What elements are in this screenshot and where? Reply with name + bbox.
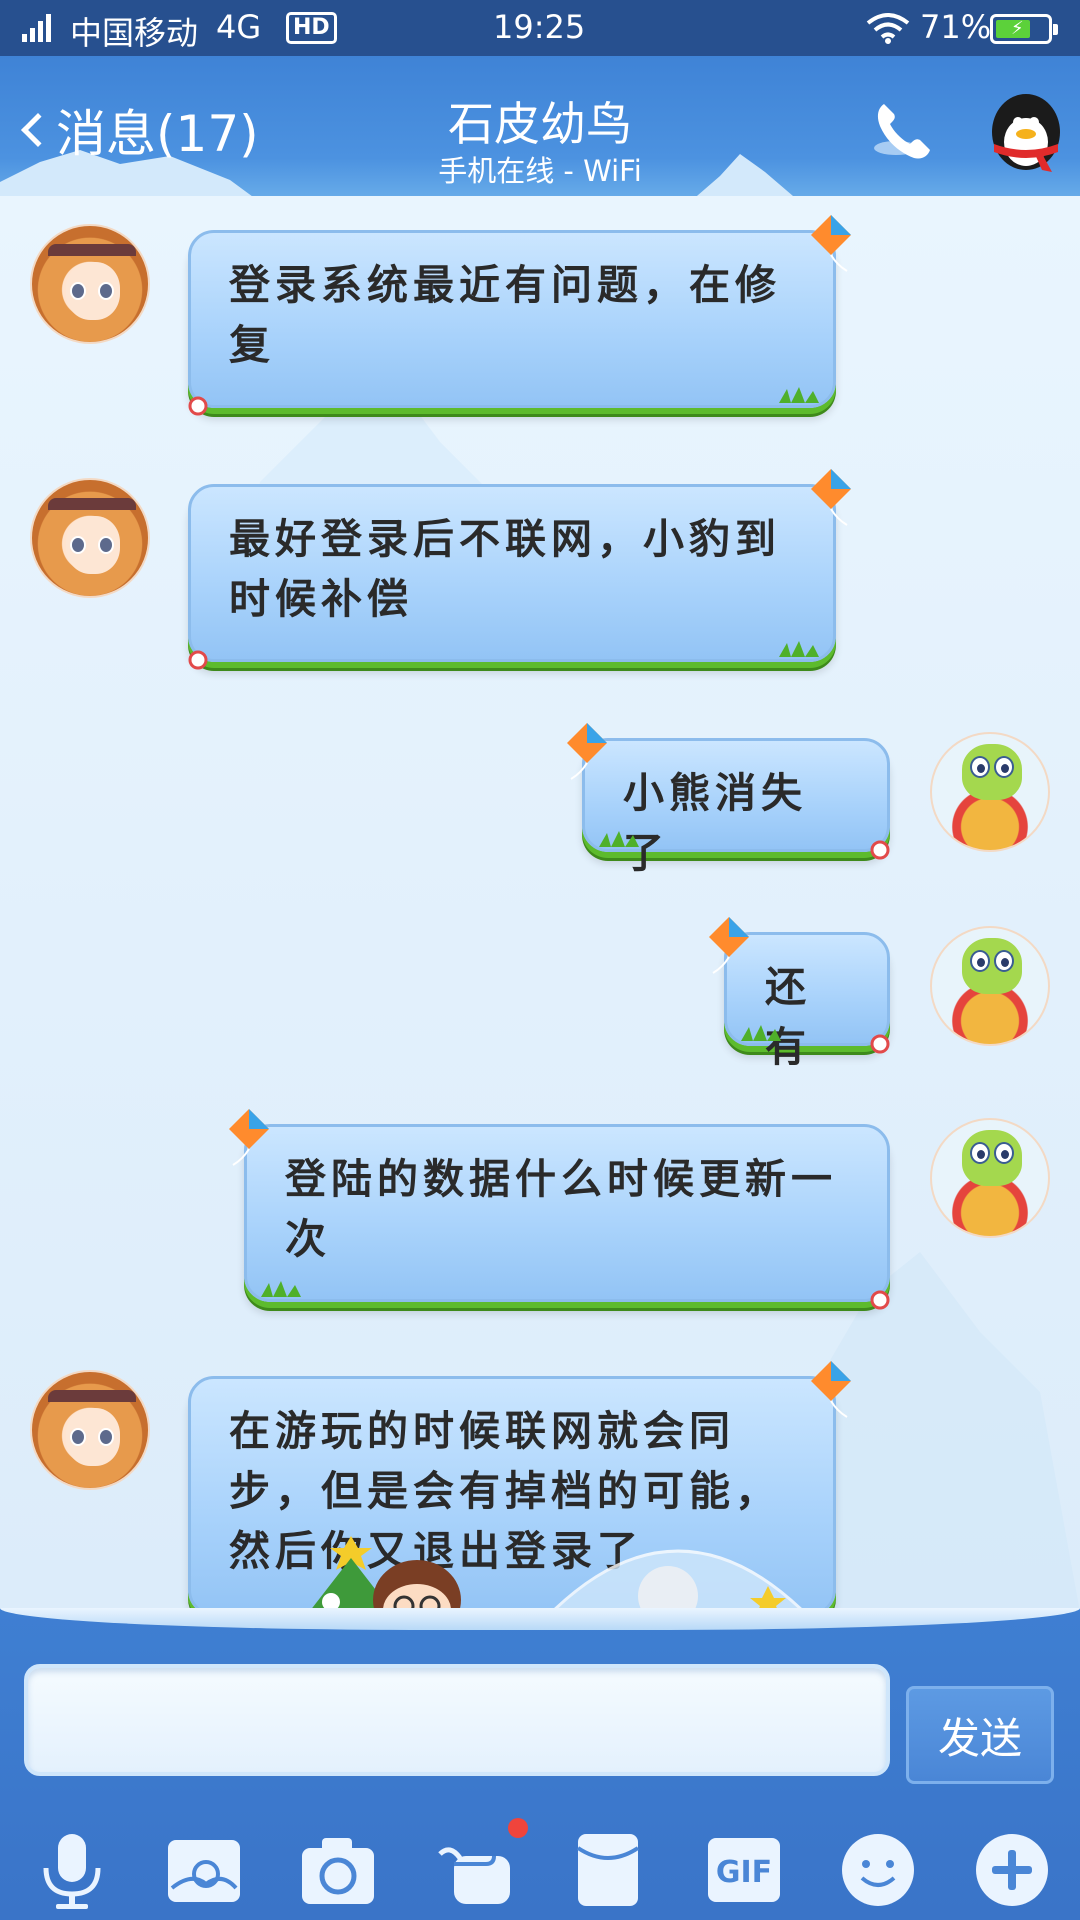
kite-icon bbox=[811, 215, 851, 272]
kite-icon bbox=[229, 1109, 269, 1166]
message-bubble[interactable]: 最好登录后不联网，小豹到时候补偿 bbox=[188, 469, 851, 670]
grass-icon bbox=[599, 831, 639, 847]
gif-button[interactable]: GIF bbox=[702, 1828, 786, 1912]
cartoon-boy-decoration bbox=[373, 1560, 461, 1608]
file-button[interactable] bbox=[566, 1828, 650, 1912]
notification-dot bbox=[508, 1818, 528, 1838]
chat-header: 消息(17) 石皮幼鸟 手机在线 - WiFi bbox=[0, 56, 1080, 202]
battery-percent: 71% bbox=[920, 8, 992, 46]
gif-icon: GIF bbox=[708, 1838, 780, 1902]
kite-string-icon bbox=[870, 1034, 890, 1054]
send-button[interactable]: 发送 bbox=[906, 1686, 1054, 1784]
my-avatar[interactable] bbox=[930, 732, 1050, 852]
emoji-button[interactable] bbox=[836, 1828, 920, 1912]
my-avatar[interactable] bbox=[930, 926, 1050, 1046]
qq-penguin-icon[interactable] bbox=[988, 90, 1064, 174]
message-bubble[interactable]: 登录系统最近有问题，在修复 bbox=[188, 215, 851, 416]
carrier-name: 中国移动 bbox=[70, 14, 199, 52]
grass-icon bbox=[261, 1281, 301, 1297]
hd-badge: HD bbox=[286, 12, 337, 44]
microphone-icon bbox=[43, 1834, 101, 1909]
message-input[interactable] bbox=[24, 1664, 890, 1776]
kite-icon bbox=[811, 469, 851, 526]
battery-icon: ⚡ bbox=[990, 14, 1058, 44]
status-bar: 中国移动 4G HD 19:25 71% ⚡ bbox=[0, 0, 1080, 56]
signal-icon bbox=[22, 14, 52, 42]
message-text: 小熊消失了 bbox=[623, 769, 807, 877]
kite-string-icon bbox=[870, 840, 890, 860]
message-text: 还有 bbox=[765, 963, 811, 1071]
my-avatar[interactable] bbox=[930, 1118, 1050, 1238]
contact-avatar[interactable] bbox=[30, 1370, 150, 1490]
kite-icon bbox=[567, 723, 607, 780]
input-bar: 发送 GIF bbox=[0, 1608, 1080, 1920]
kite-icon bbox=[811, 1361, 851, 1418]
svg-text:GIF: GIF bbox=[716, 1855, 772, 1890]
camera-icon bbox=[302, 1838, 374, 1904]
message-bubble[interactable]: 还有 bbox=[709, 917, 890, 1071]
network-type: 4G bbox=[216, 8, 262, 46]
emoji-icon bbox=[842, 1834, 914, 1906]
more-button[interactable] bbox=[970, 1828, 1054, 1912]
microphone-button[interactable] bbox=[30, 1828, 114, 1912]
toolbar: GIF bbox=[0, 1810, 1080, 1920]
grass-icon bbox=[779, 387, 819, 403]
message-text: 最好登录后不联网，小豹到时候补偿 bbox=[229, 515, 781, 623]
message-bubble[interactable]: 小熊消失了 bbox=[567, 723, 890, 877]
frost-edge bbox=[0, 1608, 1080, 1630]
grass-icon bbox=[779, 641, 819, 657]
kite-string-icon bbox=[188, 650, 208, 670]
clock: 19:25 bbox=[493, 8, 586, 46]
message-text: 登录系统最近有问题，在修复 bbox=[229, 261, 781, 369]
snow-globe-decoration bbox=[554, 1549, 802, 1608]
contact-avatar[interactable] bbox=[30, 224, 150, 344]
phone-call-icon[interactable] bbox=[870, 98, 936, 164]
contact-avatar[interactable] bbox=[30, 478, 150, 598]
photo-button[interactable] bbox=[162, 1828, 246, 1912]
chat-area[interactable]: 登录系统最近有问题，在修复 最好登录后不联网，小豹到时候补偿 小熊消失了 还有 bbox=[0, 202, 1080, 1608]
kite-string-icon bbox=[870, 1290, 890, 1310]
message-bubble[interactable]: 登陆的数据什么时候更新一次 bbox=[229, 1109, 890, 1310]
kite-string-icon bbox=[188, 396, 208, 416]
wifi-icon bbox=[866, 13, 910, 44]
grass-icon bbox=[741, 1025, 781, 1041]
kite-icon bbox=[709, 917, 749, 974]
plus-icon bbox=[976, 1834, 1048, 1906]
camera-button[interactable] bbox=[296, 1828, 380, 1912]
red-packet-button[interactable] bbox=[430, 1828, 514, 1912]
message-text: 登陆的数据什么时候更新一次 bbox=[285, 1155, 837, 1263]
photo-icon bbox=[168, 1840, 240, 1902]
red-packet-icon bbox=[438, 1847, 510, 1904]
file-icon bbox=[576, 1834, 640, 1906]
